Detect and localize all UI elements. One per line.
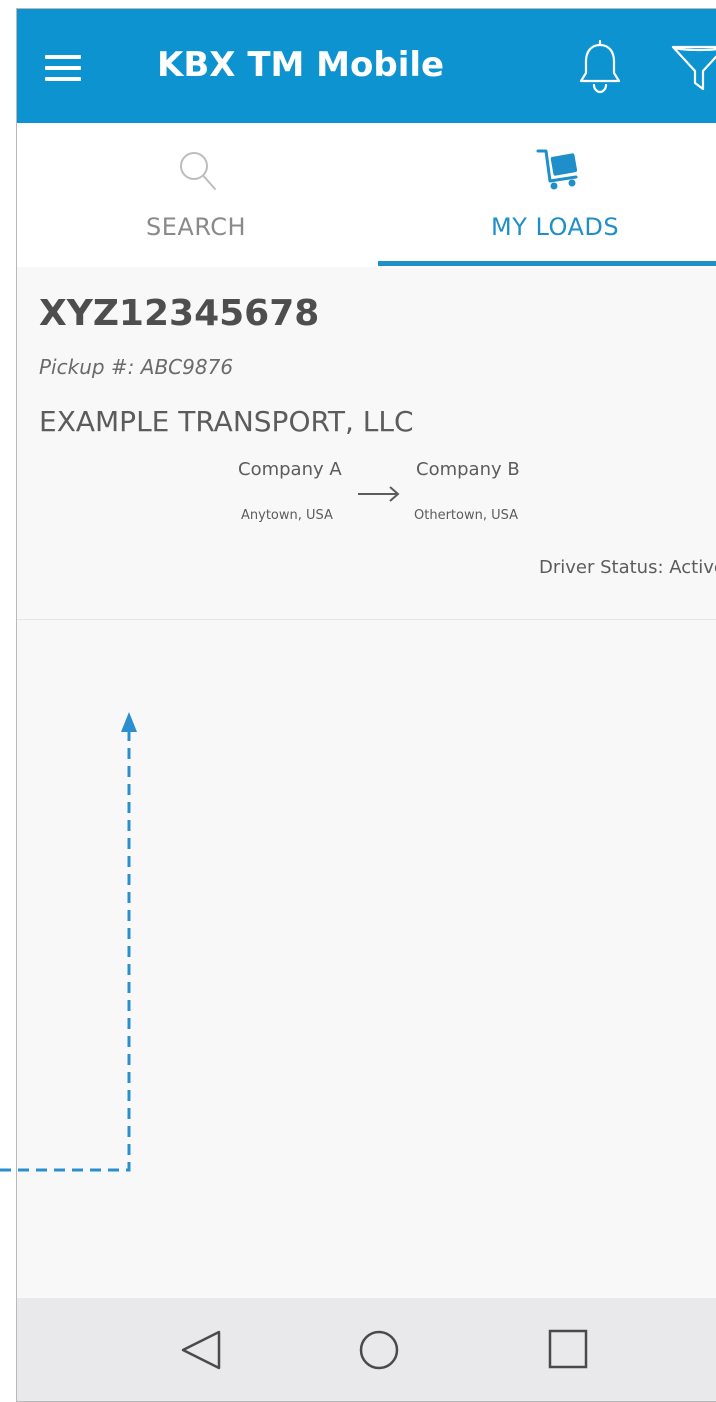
app-screen: KBX TM Mobile SEARCH MY LOADS XYZ1234567… [16,8,716,1402]
destination-company: Company B [416,459,520,480]
pickup-number: Pickup #: ABC9876 [39,355,234,379]
app-title: KBX TM Mobile [157,45,445,85]
menu-icon[interactable] [45,55,81,81]
tab-search[interactable]: SEARCH [17,123,378,267]
recents-icon[interactable] [537,1318,601,1382]
destination-city: Othertown, USA [414,508,518,523]
route-arrow-icon [358,486,400,502]
app-bar: KBX TM Mobile [17,9,716,123]
origin-city: Anytown, USA [241,508,333,523]
driver-status: Driver Status: Active [539,557,716,578]
home-icon[interactable] [347,1318,411,1382]
carrier-name: EXAMPLE TRANSPORT, LLC [39,405,414,438]
tab-bar: SEARCH MY LOADS [17,123,716,267]
active-tab-indicator [378,261,716,266]
tab-my-loads-label: MY LOADS [491,213,620,241]
origin-company: Company A [238,459,342,480]
tab-my-loads[interactable]: MY LOADS [378,123,716,267]
system-nav-bar [17,1298,716,1401]
load-card[interactable]: XYZ12345678 Pickup #: ABC9876 EXAMPLE TR… [17,267,716,620]
bell-icon[interactable] [576,39,624,95]
cart-icon [536,149,578,190]
load-id: XYZ12345678 [39,293,320,334]
search-icon [180,152,216,190]
back-icon[interactable] [169,1318,233,1382]
filter-icon[interactable] [669,41,716,97]
tab-search-label: SEARCH [146,213,247,241]
